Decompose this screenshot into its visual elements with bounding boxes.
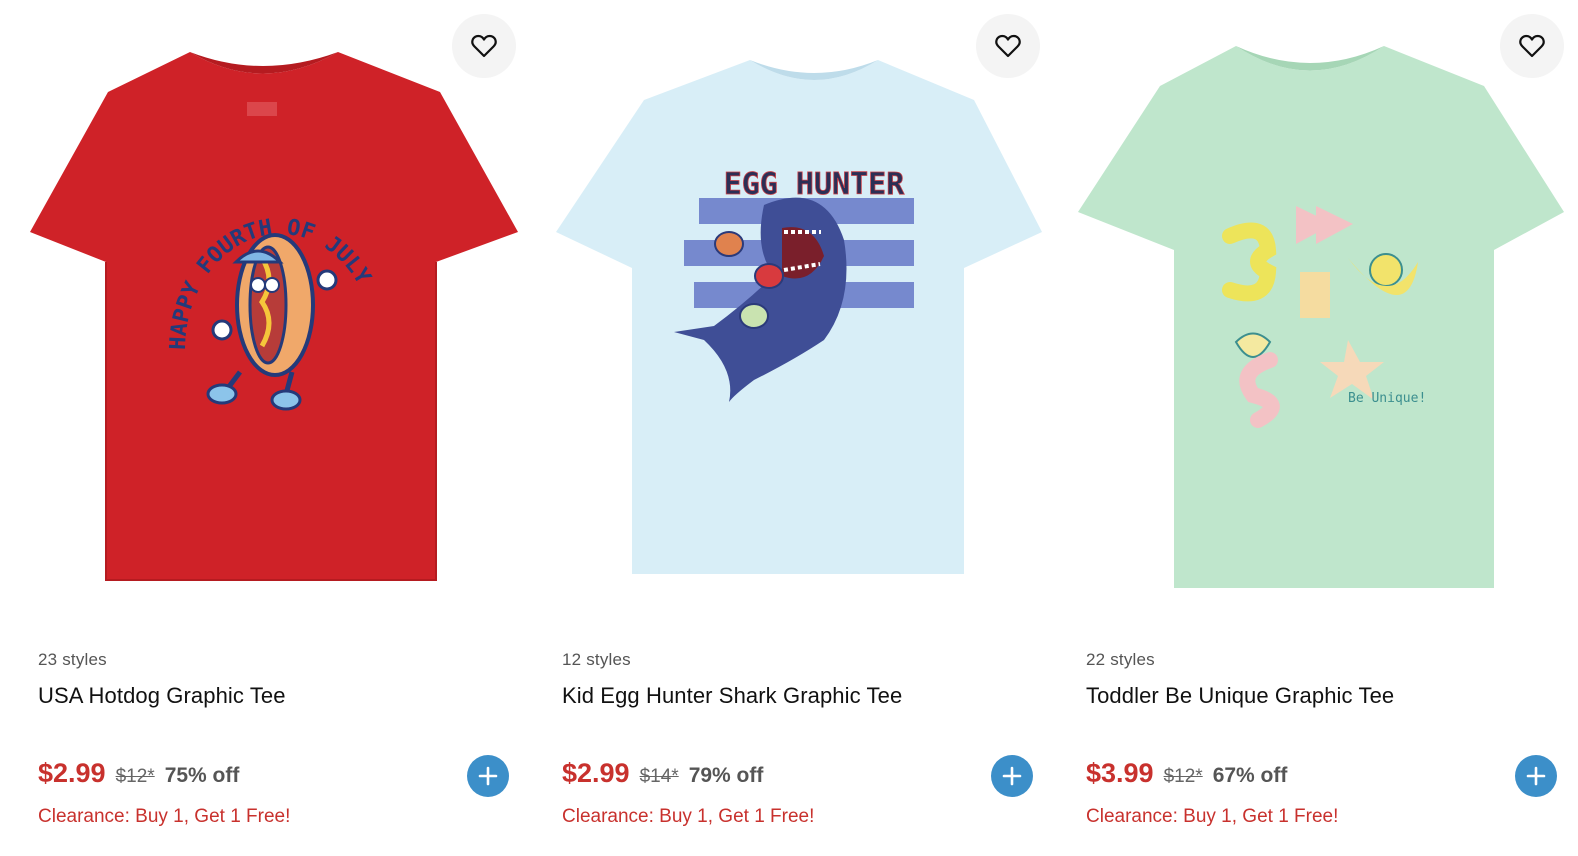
favorite-button[interactable] — [1500, 14, 1564, 78]
heart-icon — [1519, 34, 1545, 58]
add-to-bag-button[interactable] — [1515, 755, 1557, 797]
sale-price: $2.99 — [38, 758, 106, 788]
original-price: $12* — [115, 766, 155, 787]
plus-icon — [1526, 766, 1546, 786]
heart-icon — [995, 34, 1021, 58]
add-to-bag-button[interactable] — [467, 755, 509, 797]
promo-text: Clearance: Buy 1, Get 1 Free! — [38, 806, 291, 827]
plus-icon — [1002, 766, 1022, 786]
sale-price: $2.99 — [562, 758, 630, 788]
product-image[interactable]: Be Unique! — [1048, 0, 1572, 620]
product-grid: HAPPY FOURTH OF JULY 23 styles USA Hotdo… — [0, 0, 1578, 856]
product-card[interactable]: EGG HUNTER 12 styles Kid Egg Hunter Shar… — [524, 0, 1048, 856]
mint-tshirt-image: Be Unique! — [1078, 46, 1564, 588]
price-row: $3.99 $12* 67% off — [1086, 758, 1287, 794]
product-image[interactable]: EGG HUNTER — [524, 0, 1048, 620]
product-name[interactable]: Toddler Be Unique Graphic Tee — [1086, 683, 1394, 709]
styles-count: 23 styles — [38, 650, 107, 669]
be-unique-graphic-text: Be Unique! — [1348, 391, 1426, 406]
discount-label: 75% off — [164, 764, 240, 787]
heart-icon — [471, 34, 497, 58]
product-card[interactable]: Be Unique! 22 styles Toddler Be Unique G… — [1048, 0, 1572, 856]
plus-icon — [478, 766, 498, 786]
product-name[interactable]: USA Hotdog Graphic Tee — [38, 683, 286, 709]
favorite-button[interactable] — [976, 14, 1040, 78]
product-card[interactable]: HAPPY FOURTH OF JULY 23 styles USA Hotdo… — [0, 0, 524, 856]
styles-count: 22 styles — [1086, 650, 1155, 669]
red-tshirt-image: HAPPY FOURTH OF JULY — [30, 52, 518, 581]
product-name[interactable]: Kid Egg Hunter Shark Graphic Tee — [562, 683, 902, 709]
promo-text: Clearance: Buy 1, Get 1 Free! — [1086, 806, 1339, 827]
favorite-button[interactable] — [452, 14, 516, 78]
light-blue-tshirt-image: EGG HUNTER — [556, 60, 1042, 574]
sale-price: $3.99 — [1086, 758, 1154, 788]
price-row: $2.99 $14* 79% off — [562, 758, 763, 794]
original-price: $14* — [639, 766, 679, 787]
promo-text: Clearance: Buy 1, Get 1 Free! — [562, 806, 815, 827]
discount-label: 79% off — [688, 764, 764, 787]
discount-label: 67% off — [1212, 764, 1288, 787]
egg-hunter-graphic-text: EGG HUNTER — [724, 167, 906, 202]
price-row: $2.99 $12* 75% off — [38, 758, 239, 794]
add-to-bag-button[interactable] — [991, 755, 1033, 797]
styles-count: 12 styles — [562, 650, 631, 669]
original-price: $12* — [1163, 766, 1203, 787]
product-image[interactable]: HAPPY FOURTH OF JULY — [0, 0, 524, 620]
